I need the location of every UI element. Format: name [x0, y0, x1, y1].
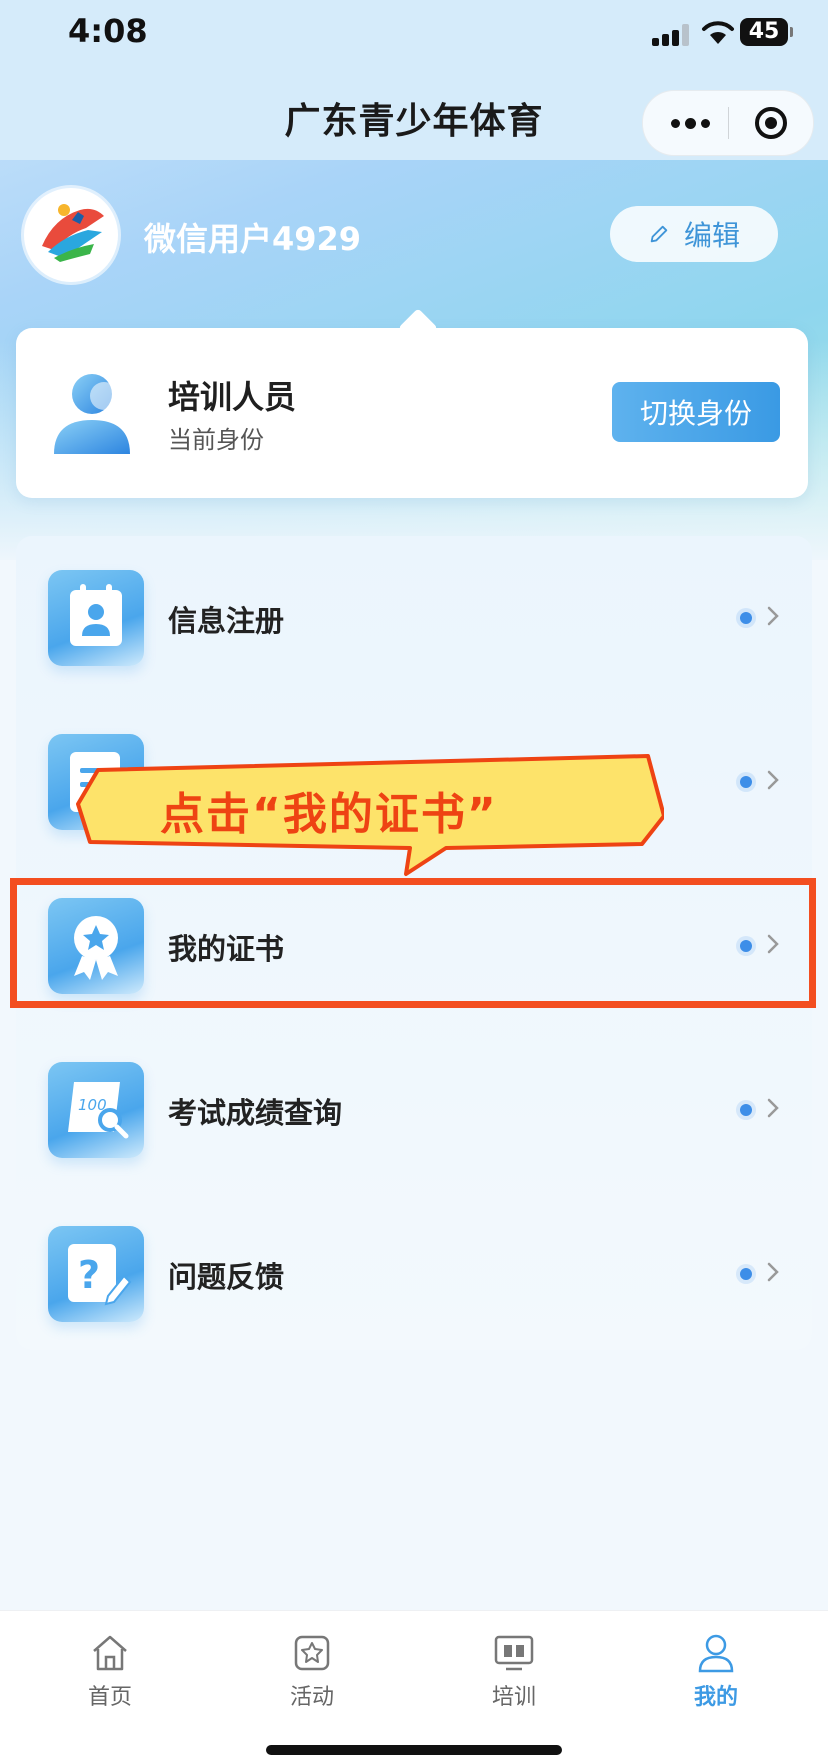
chevron-right-icon — [767, 1262, 779, 1282]
feedback-icon: ? — [48, 1226, 144, 1322]
sports-logo-icon — [25, 189, 117, 281]
score-search-icon: 100 — [48, 1062, 144, 1158]
avatar[interactable] — [24, 188, 118, 282]
identity-title: 培训人员 — [168, 378, 297, 416]
edit-label: 编辑 — [683, 219, 740, 252]
training-icon — [492, 1631, 536, 1675]
status-dot — [740, 776, 752, 788]
register-card-icon — [48, 570, 144, 666]
user-name: 微信用户4929 — [144, 220, 362, 258]
profile-icon — [694, 1631, 738, 1675]
activity-icon — [290, 1631, 334, 1675]
pencil-icon — [650, 225, 668, 243]
profile-header: 微信用户4929 编辑 — [24, 188, 804, 282]
status-dot — [740, 612, 752, 624]
miniprogram-capsule — [642, 90, 814, 156]
menu-label: 信息注册 — [168, 604, 285, 638]
tab-label: 培训 — [491, 1685, 536, 1710]
tab-label: 首页 — [87, 1685, 132, 1710]
menu-item-exam-score[interactable]: 100 考试成绩查询 — [16, 1028, 812, 1192]
close-target-icon[interactable] — [753, 105, 789, 141]
home-icon — [88, 1631, 132, 1675]
highlight-box — [10, 878, 816, 1008]
menu-item-feedback[interactable]: ? 问题反馈 — [16, 1192, 812, 1356]
svg-text:?: ? — [78, 1253, 100, 1297]
cellular-signal-icon — [652, 24, 692, 46]
tab-activity[interactable]: 活动 — [252, 1631, 372, 1711]
home-indicator — [266, 1745, 562, 1755]
status-time: 4:08 — [68, 12, 148, 50]
capsule-divider — [728, 107, 729, 139]
battery-indicator: 45 — [740, 18, 793, 46]
tab-label: 我的 — [693, 1685, 738, 1710]
chevron-right-icon — [767, 606, 779, 626]
tab-home[interactable]: 首页 — [50, 1631, 170, 1711]
status-dot — [740, 1104, 752, 1116]
switch-identity-button[interactable]: 切换身份 — [612, 382, 780, 442]
menu-label: 问题反馈 — [168, 1260, 285, 1294]
tab-training[interactable]: 培训 — [454, 1631, 574, 1711]
tab-mine[interactable]: 我的 — [656, 1631, 776, 1711]
bottom-tab-bar: 首页 活动 培训 我的 — [0, 1610, 828, 1756]
menu-item-register[interactable]: 信息注册 — [16, 536, 812, 700]
more-icon[interactable] — [671, 91, 710, 155]
chevron-right-icon — [767, 770, 779, 790]
identity-card: 培训人员 当前身份 切换身份 — [16, 328, 808, 498]
menu-label: 考试成绩查询 — [168, 1096, 343, 1130]
tab-label: 活动 — [289, 1685, 334, 1710]
status-dot — [740, 1268, 752, 1280]
person-icon — [46, 364, 146, 464]
wifi-icon — [700, 16, 736, 46]
callout-text: 点击“我的证书” — [160, 789, 498, 840]
chevron-right-icon — [767, 1098, 779, 1118]
identity-subtitle: 当前身份 — [168, 426, 264, 454]
edit-profile-button[interactable]: 编辑 — [610, 206, 778, 262]
